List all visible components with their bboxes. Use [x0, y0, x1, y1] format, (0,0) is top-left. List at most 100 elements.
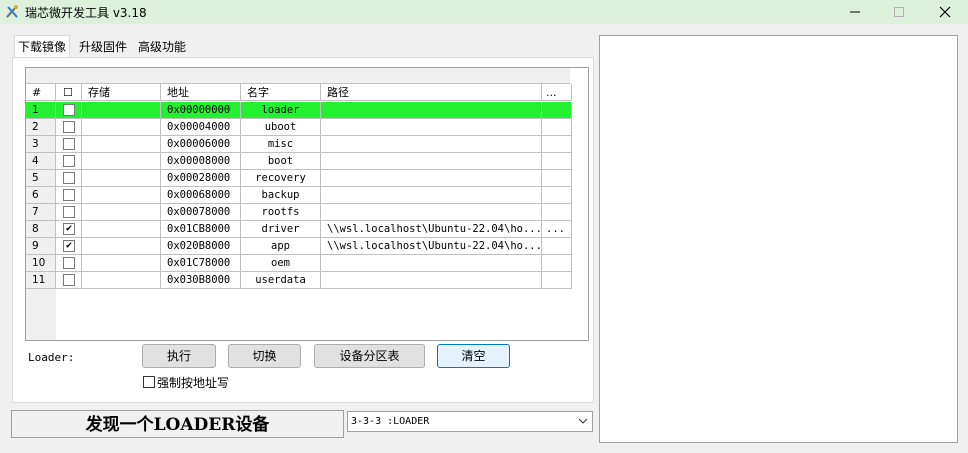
- row-address: 0x020B8000: [161, 238, 241, 254]
- row-checkbox-cell: [56, 136, 82, 152]
- partition-table-button[interactable]: 设备分区表: [314, 344, 425, 368]
- row-name: boot: [241, 153, 321, 169]
- row-more[interactable]: ...: [542, 221, 572, 237]
- row-more[interactable]: [542, 119, 572, 135]
- row-checkbox[interactable]: [63, 257, 75, 269]
- row-more[interactable]: [542, 204, 572, 220]
- row-checkbox-cell: [56, 119, 82, 135]
- chevron-down-icon: [578, 418, 588, 424]
- row-path[interactable]: [321, 255, 542, 271]
- row-checkbox[interactable]: [63, 172, 75, 184]
- row-name: misc: [241, 136, 321, 152]
- title-bar: 瑞芯微开发工具 v3.18: [0, 0, 968, 24]
- header-address[interactable]: 地址: [161, 84, 241, 101]
- row-name: rootfs: [241, 204, 321, 220]
- row-more[interactable]: [542, 170, 572, 186]
- row-path[interactable]: [321, 153, 542, 169]
- row-checkbox[interactable]: [63, 206, 75, 218]
- maximize-icon: [894, 7, 904, 17]
- row-path[interactable]: [321, 204, 542, 220]
- table-row[interactable]: 7 0x00078000 rootfs: [26, 204, 572, 221]
- row-checkbox[interactable]: [63, 274, 75, 286]
- force-address-label: 强制按地址写: [157, 376, 230, 390]
- table-row[interactable]: 2 0x00004000 uboot: [26, 119, 572, 136]
- row-checkbox[interactable]: ✔: [63, 223, 75, 235]
- table-row[interactable]: 1 0x00000000 loader: [26, 102, 572, 119]
- row-address: 0x00004000: [161, 119, 241, 135]
- row-name: userdata: [241, 272, 321, 288]
- tab-download-image[interactable]: 下载镜像: [14, 35, 71, 57]
- table-row[interactable]: 10 0x01C78000 oem: [26, 255, 572, 272]
- partition-grid: # ☐ 存储 地址 名字 路径 ... 1 0x00000000 loader 2 0x…: [25, 67, 589, 341]
- table-row[interactable]: 3 0x00006000 misc: [26, 136, 572, 153]
- row-storage: [82, 119, 161, 135]
- table-row[interactable]: 5 0x00028000 recovery: [26, 170, 572, 187]
- row-checkbox-cell: [56, 272, 82, 288]
- header-path[interactable]: 路径: [321, 84, 542, 101]
- app-tools-icon: [6, 5, 18, 18]
- row-address: 0x00008000: [161, 153, 241, 169]
- row-path[interactable]: \\wsl.localhost\Ubuntu-22.04\ho...: [321, 238, 542, 254]
- row-checkbox[interactable]: [63, 104, 75, 116]
- row-name: loader: [241, 102, 321, 118]
- row-checkbox[interactable]: [63, 121, 75, 133]
- row-path[interactable]: [321, 119, 542, 135]
- row-storage: [82, 187, 161, 203]
- row-more[interactable]: [542, 272, 572, 288]
- maximize-button[interactable]: [876, 0, 922, 24]
- row-storage: [82, 136, 161, 152]
- row-address: 0x01C78000: [161, 255, 241, 271]
- force-address-checkbox[interactable]: [143, 376, 155, 388]
- row-number: 3: [26, 136, 56, 152]
- row-address: 0x01CB8000: [161, 221, 241, 237]
- row-checkbox-cell: ✔: [56, 238, 82, 254]
- tab-upgrade-firmware[interactable]: 升级固件: [76, 37, 130, 57]
- table-row[interactable]: 11 0x030B8000 userdata: [26, 272, 572, 289]
- row-path[interactable]: [321, 170, 542, 186]
- tab-advanced[interactable]: 高级功能: [135, 37, 189, 57]
- row-storage: [82, 170, 161, 186]
- row-more[interactable]: [542, 102, 572, 118]
- row-number: 10: [26, 255, 56, 271]
- minimize-icon: [850, 11, 860, 13]
- header-storage[interactable]: 存储: [82, 84, 161, 101]
- header-more[interactable]: ...: [542, 84, 572, 101]
- row-address: 0x00068000: [161, 187, 241, 203]
- execute-button[interactable]: 执行: [142, 344, 216, 368]
- loader-label: Loader:: [28, 351, 75, 364]
- row-more[interactable]: [542, 187, 572, 203]
- header-name[interactable]: 名字: [241, 84, 321, 101]
- row-checkbox-cell: [56, 255, 82, 271]
- row-more[interactable]: [542, 255, 572, 271]
- row-checkbox[interactable]: [63, 138, 75, 150]
- row-number: 7: [26, 204, 56, 220]
- row-path[interactable]: [321, 272, 542, 288]
- row-checkbox[interactable]: ✔: [63, 240, 75, 252]
- table-row[interactable]: 6 0x00068000 backup: [26, 187, 572, 204]
- switch-button[interactable]: 切换: [228, 344, 301, 368]
- row-more[interactable]: [542, 238, 572, 254]
- table-row[interactable]: 9 ✔ 0x020B8000 app \\wsl.localhost\Ubuntu-22…: [26, 238, 572, 255]
- row-number: 4: [26, 153, 56, 169]
- device-select[interactable]: 3-3-3 :LOADER: [347, 411, 593, 432]
- row-path[interactable]: [321, 102, 542, 118]
- minimize-button[interactable]: [832, 0, 878, 24]
- row-checkbox[interactable]: [63, 189, 75, 201]
- row-checkbox[interactable]: [63, 155, 75, 167]
- window-title: 瑞芯微开发工具 v3.18: [25, 6, 147, 20]
- row-path[interactable]: [321, 187, 542, 203]
- header-check[interactable]: ☐: [56, 84, 82, 101]
- row-path[interactable]: [321, 136, 542, 152]
- table-row[interactable]: 8 ✔ 0x01CB8000 driver \\wsl.localhost\Ubuntu…: [26, 221, 572, 238]
- close-button[interactable]: [922, 0, 968, 24]
- row-address: 0x030B8000: [161, 272, 241, 288]
- row-address: 0x00000000: [161, 102, 241, 118]
- row-more[interactable]: [542, 136, 572, 152]
- device-select-value: 3-3-3 :LOADER: [351, 416, 430, 427]
- table-row[interactable]: 4 0x00008000 boot: [26, 153, 572, 170]
- row-storage: [82, 255, 161, 271]
- clear-button[interactable]: 清空: [437, 344, 510, 368]
- header-num[interactable]: #: [26, 84, 56, 101]
- row-path[interactable]: \\wsl.localhost\Ubuntu-22.04\ho...: [321, 221, 542, 237]
- row-more[interactable]: [542, 153, 572, 169]
